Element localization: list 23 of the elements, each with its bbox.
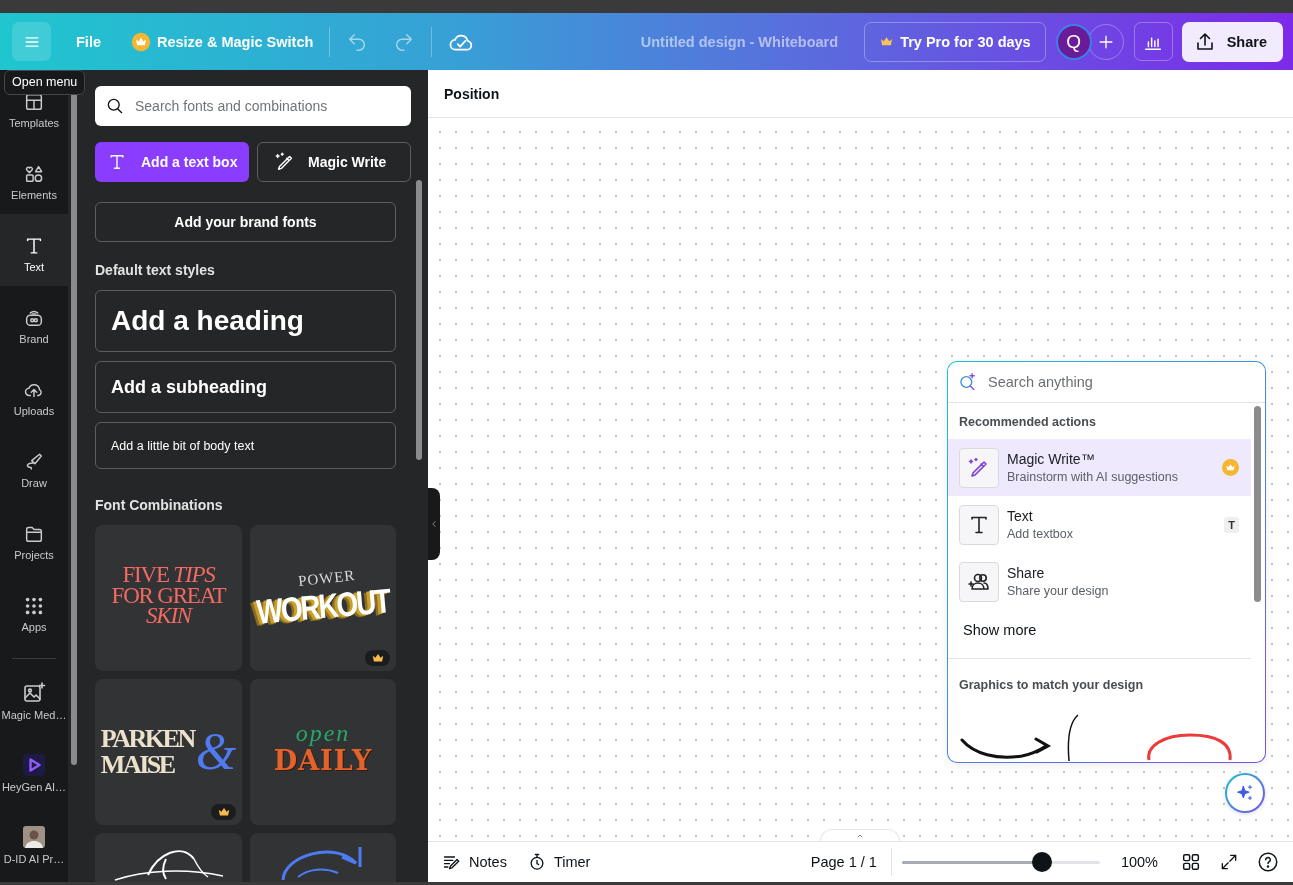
page-indicator: Page 1 / 1 — [810, 854, 877, 870]
combination-text: POWER — [297, 567, 357, 589]
action-title: Magic Write™ — [1007, 451, 1096, 468]
action-subtitle: Add textbox — [1007, 527, 1074, 542]
combination-text: FIVE TIPS FOR GREAT SKIN — [110, 564, 227, 628]
toolbar-label: Position — [444, 85, 500, 102]
section-heading: Recommended actions — [958, 414, 1097, 431]
action-title: Text — [1007, 508, 1034, 525]
combination-text: open — [295, 720, 351, 747]
action-subtitle: Share your design — [1007, 584, 1110, 599]
tooltip: Open menu — [4, 70, 86, 95]
section-heading: Font Combinations — [95, 497, 224, 513]
action-subtitle: Brainstorm with AI suggestions — [1007, 470, 1179, 485]
ampersand: & — [195, 726, 237, 778]
action-title: Share — [1007, 565, 1046, 582]
design-title: Untitled design - Whiteboard — [640, 33, 839, 50]
section-heading: Graphics to match your design — [958, 677, 1145, 694]
combination-text: PARKEN — [100, 726, 194, 752]
combination-text: DAILY — [273, 747, 373, 774]
combination-text: MAISE — [100, 752, 176, 778]
zoom-reading: 100% — [1120, 854, 1158, 870]
section-heading: Default text styles — [95, 262, 216, 278]
keyboard-shortcut: T — [1224, 516, 1239, 533]
